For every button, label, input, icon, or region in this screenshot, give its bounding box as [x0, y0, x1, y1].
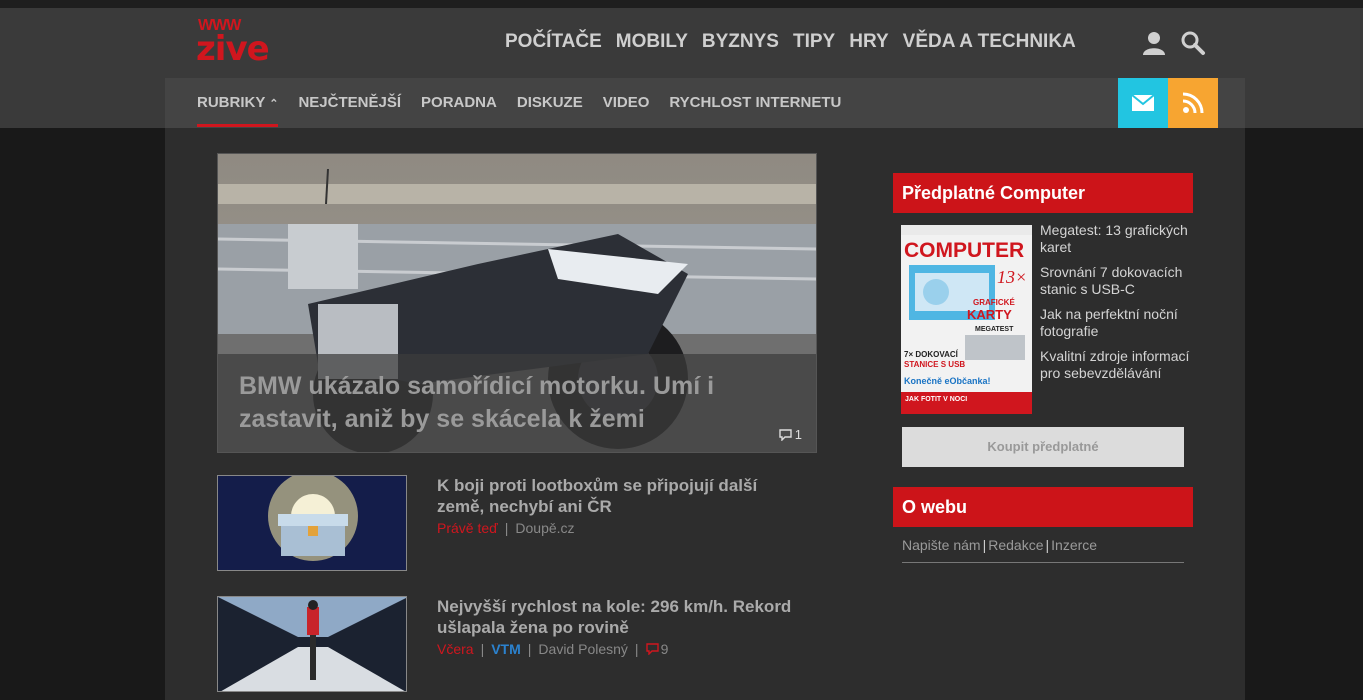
tab-rychlost-internetu[interactable]: RYCHLOST INTERNETU — [669, 94, 841, 111]
zive-logo[interactable]: WWW zive — [196, 18, 282, 69]
topic-link[interactable]: Kvalitní zdroje informací pro sebevzdělá… — [1040, 348, 1190, 382]
comment-icon — [779, 428, 792, 441]
tab-video[interactable]: VIDEO — [603, 94, 650, 111]
article-tag[interactable]: VTM — [491, 641, 521, 657]
hero-article[interactable]: BMW ukázalo samořídicí motorku. Umí i za… — [217, 153, 817, 453]
tab-rubriky-label: RUBRIKY — [197, 94, 266, 111]
topic-link[interactable]: Srovnání 7 dokovacích stanic s USB-C — [1040, 264, 1190, 298]
separator: | — [480, 641, 485, 657]
user-icon[interactable] — [1141, 30, 1167, 56]
list-item: Nejvyšší rychlost na kole: 296 km/h. Rek… — [217, 596, 817, 692]
cover-line6: Konečně eObčanka! — [904, 376, 991, 386]
editorial-link[interactable]: Redakce — [988, 537, 1043, 553]
separator: | — [527, 641, 532, 657]
contact-link[interactable]: Napište nám — [902, 537, 981, 553]
advertising-link[interactable]: Inzerce — [1051, 537, 1097, 553]
article-thumbnail[interactable] — [217, 475, 407, 571]
cyclist-image — [218, 597, 406, 691]
nav-tipy[interactable]: TIPY — [793, 31, 835, 53]
article-title[interactable]: K boji proti lootboxům se připojují dalš… — [437, 475, 797, 517]
search-icon[interactable] — [1180, 30, 1206, 56]
comment-icon — [645, 643, 659, 655]
magazine-cover-image: COMPUTER 13× GRAFICKÉ KARTY MEGATEST 7× … — [901, 225, 1032, 414]
tab-nejctenejsi[interactable]: NEJČTENĚJŠÍ — [298, 94, 401, 111]
tab-poradna[interactable]: PORADNA — [421, 94, 497, 111]
cover-line1: GRAFICKÉ — [973, 298, 1015, 307]
about-heading: O webu — [893, 487, 1193, 527]
nav-hry[interactable]: HRY — [849, 31, 888, 53]
separator: | — [634, 641, 639, 657]
rss-button[interactable] — [1168, 78, 1218, 128]
separator: | — [1045, 537, 1050, 553]
cover-big-number: 13× — [997, 267, 1027, 287]
hero-comments-count: 1 — [794, 427, 802, 442]
sub-nav: RUBRIKY ⌃ NEJČTENĚJŠÍ PORADNA DISKUZE VI… — [197, 94, 841, 127]
article-author[interactable]: David Polesný — [538, 641, 628, 657]
article-time: Právě teď — [437, 520, 498, 536]
separator: | — [504, 520, 509, 536]
mail-icon — [1131, 94, 1155, 111]
cover-line5: STANICE S USB — [904, 360, 965, 369]
cover-line7: JAK FOTIT V NOCI — [905, 396, 967, 403]
topic-link[interactable]: Jak na perfektní noční fotografie — [1040, 306, 1190, 340]
cover-masthead: COMPUTER — [904, 239, 1024, 262]
hero-title[interactable]: BMW ukázalo samořídicí motorku. Umí i za… — [239, 370, 799, 436]
article-thumbnail[interactable] — [217, 596, 407, 692]
subscription-heading[interactable]: Předplatné Computer — [893, 173, 1193, 213]
article-meta: Právě teď | Doupě.cz — [437, 520, 575, 536]
chevron-up-icon: ⌃ — [269, 98, 279, 110]
cover-line2: KARTY — [967, 307, 1012, 322]
nav-veda-a-technika[interactable]: VĚDA A TECHNIKA — [903, 31, 1076, 53]
about-links: Napište nám | Redakce | Inzerce — [902, 537, 1184, 563]
tab-diskuze[interactable]: DISKUZE — [517, 94, 583, 111]
main-nav: POČÍTAČE MOBILY BYZNYS TIPY HRY VĚDA A T… — [505, 31, 1076, 53]
article-source[interactable]: Doupě.cz — [515, 520, 574, 536]
nav-byznys[interactable]: BYZNYS — [702, 31, 779, 53]
top-strip — [0, 0, 1363, 8]
cover-line3: MEGATEST — [975, 326, 1014, 333]
cover-line4: 7× DOKOVACÍ — [904, 350, 959, 359]
article-meta: Včera | VTM | David Polesný | 9 — [437, 641, 668, 657]
list-item: K boji proti lootboxům se připojují dalš… — [217, 475, 817, 571]
tab-rubriky[interactable]: RUBRIKY ⌃ — [197, 94, 279, 127]
nav-mobily[interactable]: MOBILY — [616, 31, 688, 53]
magazine-cover[interactable]: COMPUTER 13× GRAFICKÉ KARTY MEGATEST 7× … — [901, 225, 1032, 414]
logo-text: zive — [196, 29, 270, 69]
article-time: Včera — [437, 641, 474, 657]
rss-icon — [1182, 92, 1204, 114]
separator: | — [982, 537, 987, 553]
buy-subscription-button[interactable]: Koupit předplatné — [902, 427, 1184, 467]
newsletter-button[interactable] — [1118, 78, 1168, 128]
article-comment-count[interactable]: 9 — [661, 641, 669, 657]
lootbox-image — [218, 476, 406, 570]
subscription-topics: Megatest: 13 grafických karet Srovnání 7… — [1040, 222, 1190, 390]
topic-link[interactable]: Megatest: 13 grafických karet — [1040, 222, 1190, 256]
nav-pocitace[interactable]: POČÍTAČE — [505, 31, 602, 53]
article-title[interactable]: Nejvyšší rychlost na kole: 296 km/h. Rek… — [437, 596, 797, 638]
hero-comment-count[interactable]: 1 — [779, 427, 802, 442]
